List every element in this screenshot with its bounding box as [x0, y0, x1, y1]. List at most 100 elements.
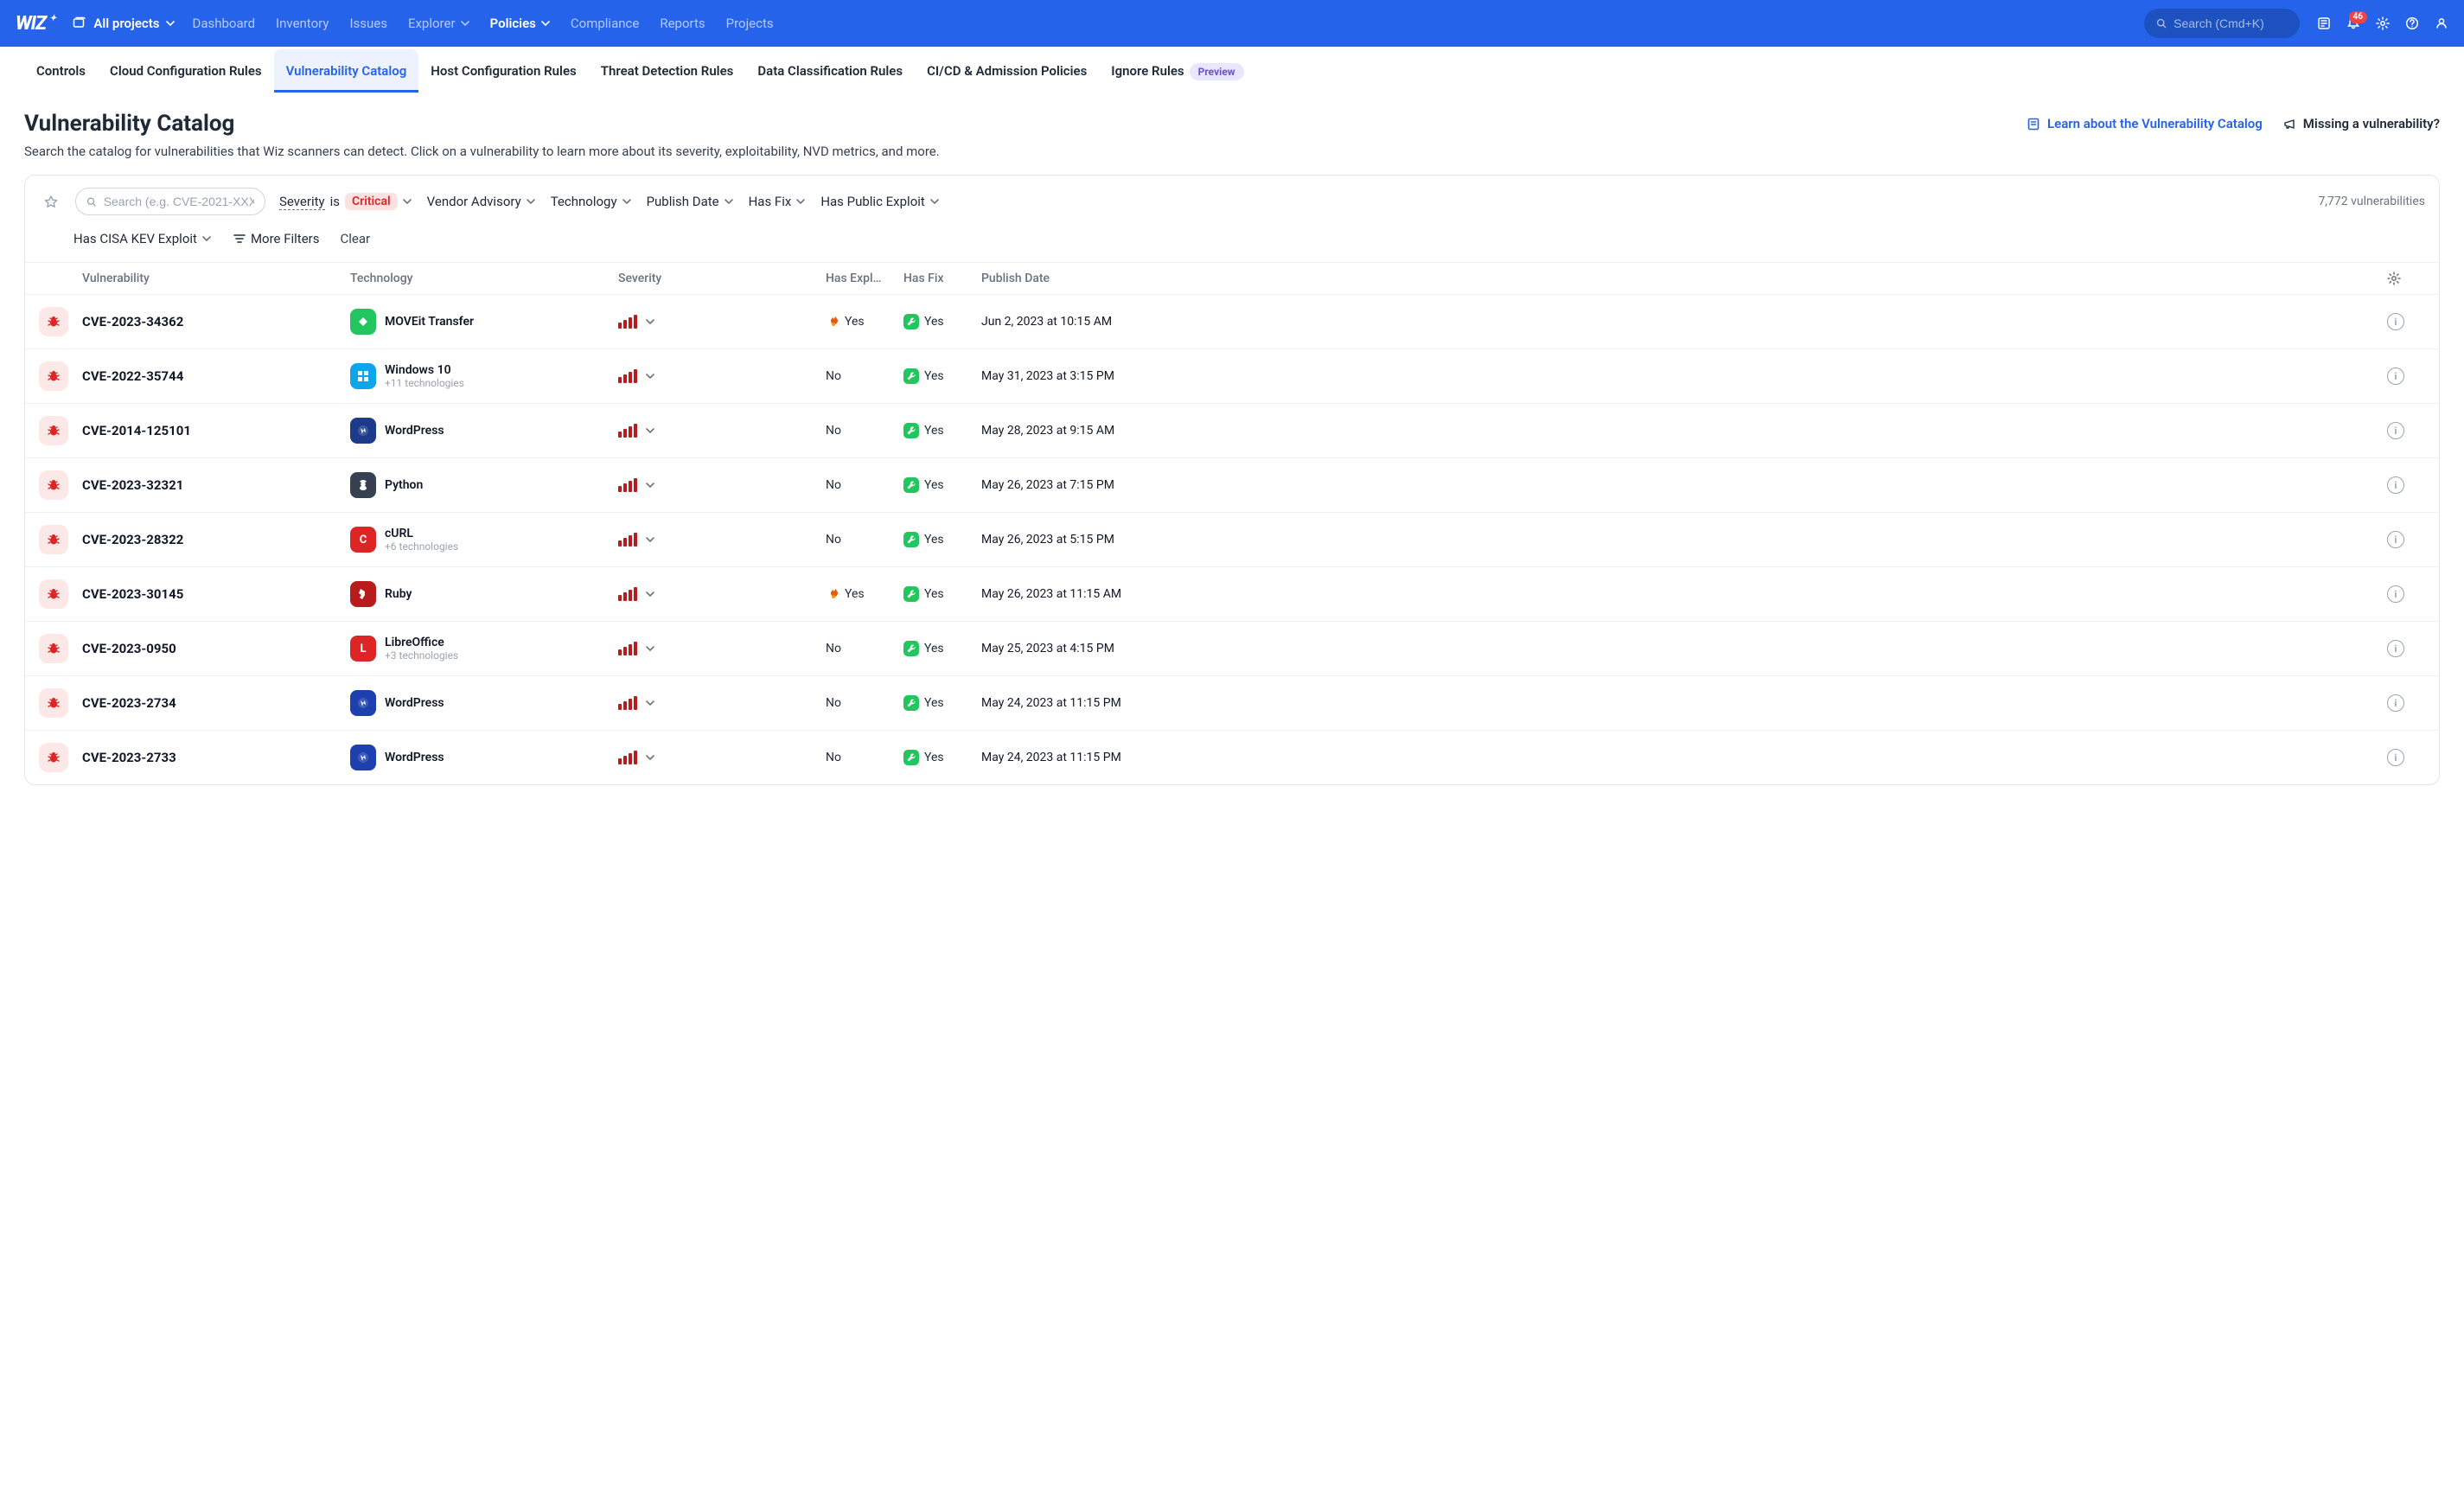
wrench-icon — [903, 750, 919, 765]
presets-button[interactable] — [2317, 16, 2331, 30]
filter-icon — [233, 233, 246, 244]
severity-cell[interactable] — [618, 478, 826, 492]
severity-cell[interactable] — [618, 751, 826, 764]
row-info-button[interactable]: i — [2387, 585, 2404, 603]
account-button[interactable] — [2435, 16, 2448, 30]
row-info-button[interactable]: i — [2387, 476, 2404, 494]
filters-bar-2: Has CISA KEV Exploit More Filters Clear — [25, 227, 2439, 262]
publish-date-cell: May 25, 2023 at 4:15 PM — [981, 642, 2387, 655]
catalog-search-input[interactable] — [104, 195, 254, 208]
filter-severity[interactable]: Severity is Critical — [278, 189, 413, 214]
project-switcher[interactable]: All projects — [73, 16, 175, 31]
catalog-search[interactable] — [75, 188, 265, 215]
page-title: Vulnerability Catalog — [24, 111, 234, 137]
missing-vuln-link[interactable]: Missing a vulnerability? — [2283, 116, 2440, 131]
global-search-input[interactable] — [2174, 16, 2288, 30]
has-fix-cell: Yes — [903, 368, 981, 384]
technology-icon — [350, 309, 376, 335]
tab-ignore-rules[interactable]: Ignore RulesPreview — [1099, 49, 1255, 93]
table-row[interactable]: CVE-2023-28322CcURL+6 technologiesNoYesM… — [25, 512, 2439, 566]
row-info-button[interactable]: i — [2387, 368, 2404, 385]
severity-cell[interactable] — [618, 533, 826, 547]
notification-badge: 46 — [2349, 11, 2367, 23]
nav-compliance[interactable]: Compliance — [571, 16, 639, 31]
tab-threat-detection-rules[interactable]: Threat Detection Rules — [589, 49, 746, 93]
severity-critical-icon — [618, 587, 637, 601]
severity-cell[interactable] — [618, 315, 826, 329]
nav-dashboard[interactable]: Dashboard — [192, 16, 255, 31]
help-icon — [2405, 16, 2419, 30]
has-fix-cell: Yes — [903, 532, 981, 547]
tab-ci-cd-admission-policies[interactable]: CI/CD & Admission Policies — [915, 49, 1099, 93]
table-row[interactable]: CVE-2023-34362MOVEit TransferYesYesJun 2… — [25, 294, 2439, 348]
has-fix-cell: Yes — [903, 695, 981, 711]
filter-publish-date[interactable]: Publish Date — [645, 190, 735, 213]
gear-icon — [2387, 272, 2401, 285]
table-row[interactable]: CVE-2023-30145RubyYesYesMay 26, 2023 at … — [25, 566, 2439, 621]
learn-link[interactable]: Learn about the Vulnerability Catalog — [2027, 116, 2263, 131]
severity-cell[interactable] — [618, 696, 826, 710]
severity-cell[interactable] — [618, 642, 826, 655]
more-filters-button[interactable]: More Filters — [232, 227, 322, 250]
table-row[interactable]: CVE-2023-2734WordPressNoYesMay 24, 2023 … — [25, 675, 2439, 730]
row-info-button[interactable]: i — [2387, 313, 2404, 330]
row-info-button[interactable]: i — [2387, 531, 2404, 548]
notifications-button[interactable]: 46 — [2346, 16, 2360, 30]
wrench-icon — [903, 586, 919, 602]
filter-technology[interactable]: Technology — [549, 190, 633, 213]
vuln-id: CVE-2023-2734 — [82, 695, 350, 711]
nav-reports[interactable]: Reports — [660, 16, 705, 31]
technology-icon — [350, 690, 376, 716]
has-fix-cell: Yes — [903, 750, 981, 765]
tab-vulnerability-catalog[interactable]: Vulnerability Catalog — [274, 49, 419, 93]
help-button[interactable] — [2405, 16, 2419, 30]
row-info-button[interactable]: i — [2387, 749, 2404, 766]
nav-explorer[interactable]: Explorer — [408, 16, 469, 31]
chevron-down-icon — [930, 199, 939, 204]
filter-has-public-exploit[interactable]: Has Public Exploit — [819, 190, 941, 213]
row-info-button[interactable]: i — [2387, 694, 2404, 712]
settings-button[interactable] — [2376, 16, 2390, 30]
tab-controls[interactable]: Controls — [24, 49, 98, 93]
technology-name: cURL — [385, 527, 458, 540]
technology-cell: MOVEit Transfer — [350, 309, 618, 335]
chevron-down-icon — [725, 199, 733, 204]
severity-cell[interactable] — [618, 424, 826, 438]
table-row[interactable]: CVE-2014-125101WordPressNoYesMay 28, 202… — [25, 403, 2439, 457]
global-search[interactable] — [2144, 9, 2300, 38]
chevron-down-icon — [527, 199, 535, 204]
table-row[interactable]: CVE-2022-35744Windows 10+11 technologies… — [25, 348, 2439, 403]
table-row[interactable]: CVE-2023-32321PythonNoYesMay 26, 2023 at… — [25, 457, 2439, 512]
nav-inventory[interactable]: Inventory — [276, 16, 329, 31]
filter-vendor-advisory[interactable]: Vendor Advisory — [425, 190, 537, 213]
has-fix-cell: Yes — [903, 423, 981, 438]
row-info-button[interactable]: i — [2387, 640, 2404, 657]
tab-host-configuration-rules[interactable]: Host Configuration Rules — [418, 49, 588, 93]
bug-icon — [39, 634, 68, 663]
tab-data-classification-rules[interactable]: Data Classification Rules — [745, 49, 915, 93]
has-exploit-cell: Yes — [826, 587, 903, 601]
favorite-toggle[interactable] — [39, 189, 63, 214]
publish-date-cell: May 28, 2023 at 9:15 AM — [981, 424, 2387, 438]
col-vulnerability: Vulnerability — [82, 272, 350, 285]
table-row[interactable]: CVE-2023-0950LLibreOffice+3 technologies… — [25, 621, 2439, 675]
top-nav: WIZ✦ All projects DashboardInventoryIssu… — [0, 0, 2464, 47]
nav-projects[interactable]: Projects — [726, 16, 774, 31]
filter-cisa-kev[interactable]: Has CISA KEV Exploit — [72, 227, 213, 250]
column-settings-button[interactable] — [2387, 272, 2425, 285]
clear-filters-button[interactable]: Clear — [340, 231, 370, 246]
table-row[interactable]: CVE-2023-2733WordPressNoYesMay 24, 2023 … — [25, 730, 2439, 784]
chevron-down-icon — [646, 591, 654, 597]
technology-icon — [350, 745, 376, 770]
tab-cloud-configuration-rules[interactable]: Cloud Configuration Rules — [98, 49, 274, 93]
severity-cell[interactable] — [618, 369, 826, 383]
wrench-icon — [903, 368, 919, 384]
filter-has-fix[interactable]: Has Fix — [747, 190, 808, 213]
nav-issues[interactable]: Issues — [349, 16, 387, 31]
row-info-button[interactable]: i — [2387, 422, 2404, 439]
chevron-down-icon — [166, 21, 175, 26]
bug-icon — [39, 688, 68, 718]
chevron-down-icon — [646, 537, 654, 542]
nav-policies[interactable]: Policies — [490, 16, 550, 31]
severity-cell[interactable] — [618, 587, 826, 601]
